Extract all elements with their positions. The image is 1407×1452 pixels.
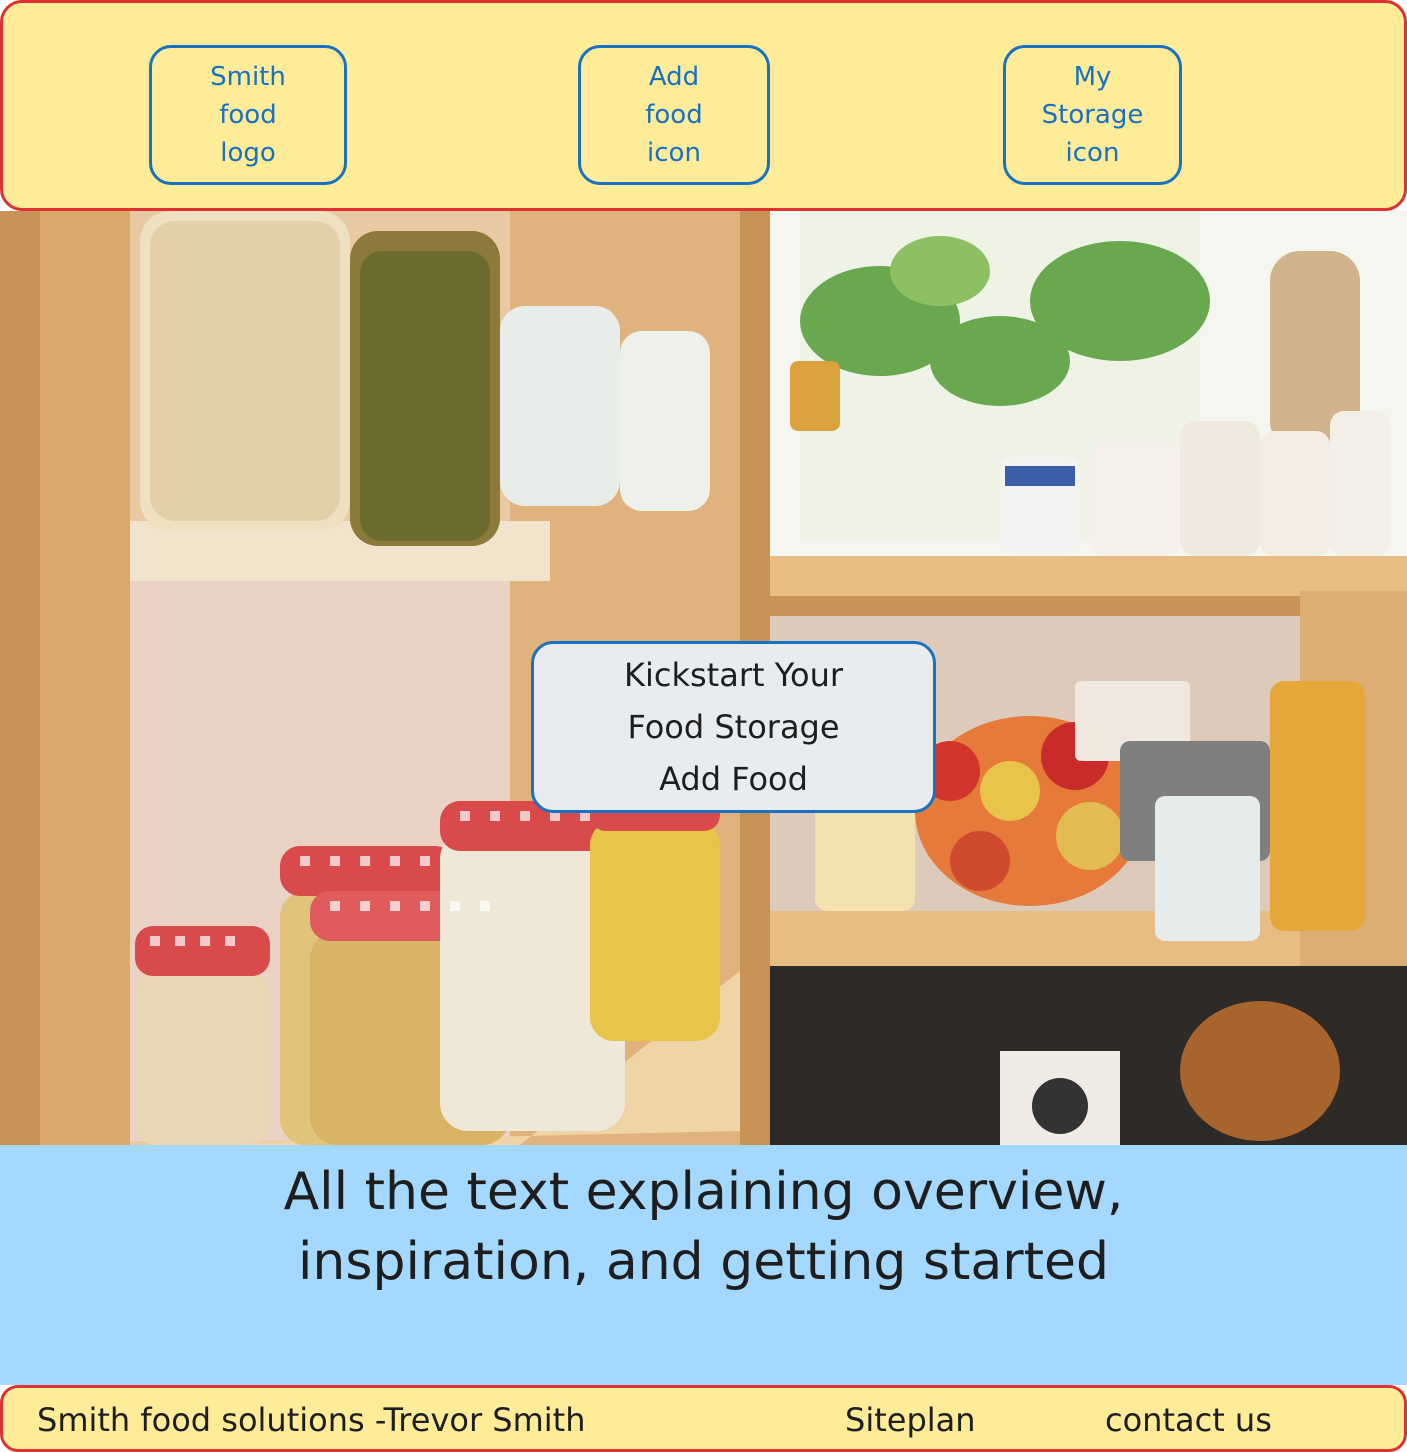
my-storage-icon[interactable]: My Storage icon [1003, 45, 1182, 185]
siteplan-link[interactable]: Siteplan [845, 1400, 976, 1440]
add-food-icon[interactable]: Add food icon [578, 45, 770, 185]
smith-food-logo[interactable]: Smith food logo [149, 45, 347, 185]
overview-text: All the text explaining overview, inspir… [0, 1145, 1407, 1385]
footer-brand: Smith food solutions -Trevor Smith [37, 1401, 586, 1439]
header-bar: Smith food logo Add food icon My Storage… [0, 0, 1407, 211]
pantry-photo: Kickstart Your Food Storage Add Food [0, 211, 1407, 1145]
contact-us-link[interactable]: contact us [1105, 1400, 1272, 1440]
footer-bar: Smith food solutions -Trevor Smith Sitep… [0, 1385, 1407, 1452]
kickstart-add-food-button[interactable]: Kickstart Your Food Storage Add Food [531, 641, 936, 813]
